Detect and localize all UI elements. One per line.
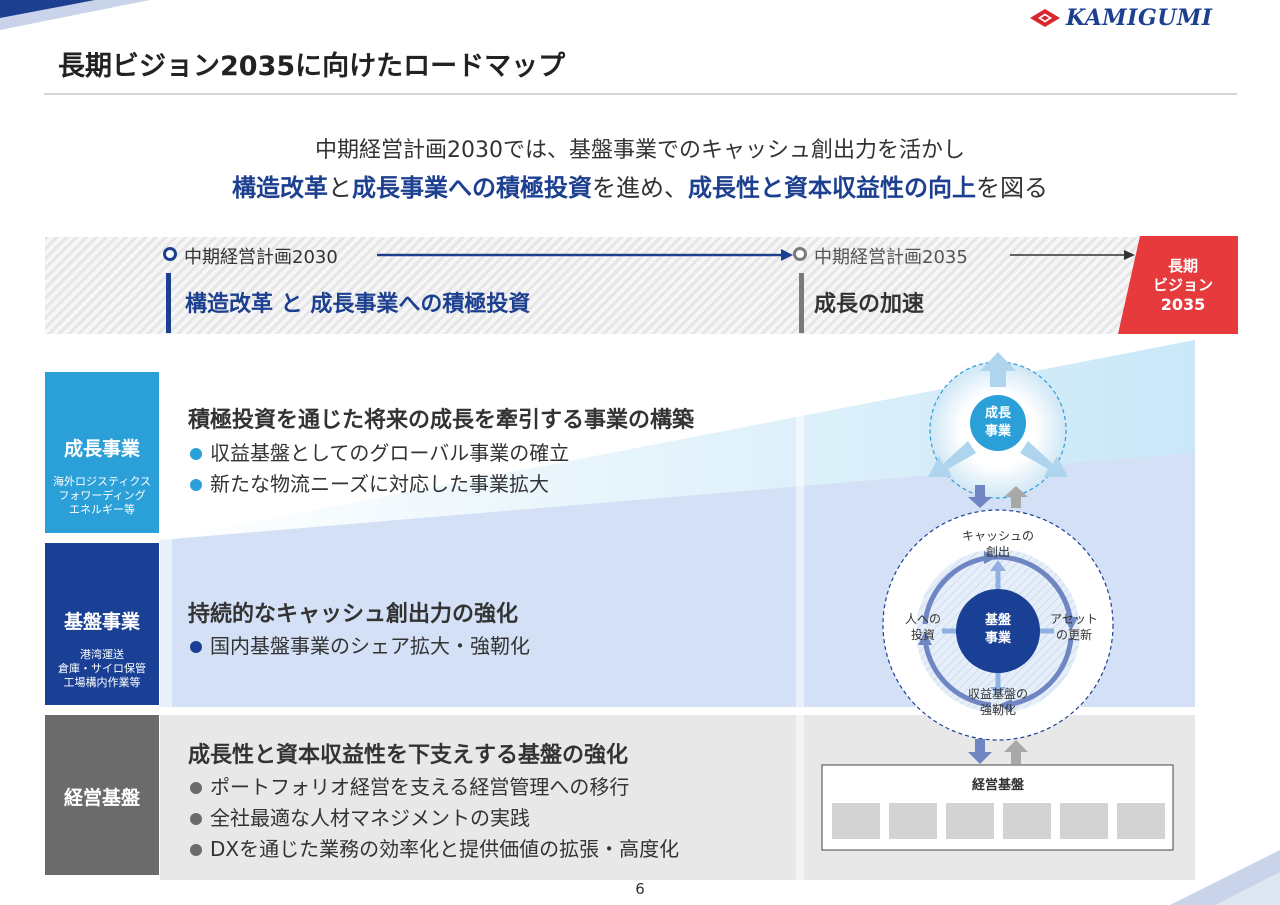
growth-bullets: 収益基盤としてのグローバル事業の確立 新たな物流ニーズに対応した事業拡大 [190, 438, 569, 500]
lead-segment: 成長性と資本収益性の向上 [688, 174, 976, 202]
growth-circle-text: 成長 [985, 405, 1012, 421]
bullet-dot-icon [190, 843, 202, 856]
row-label-sub: 工場構内作業等 [63, 676, 141, 689]
bullet-dot-icon [190, 640, 202, 653]
lead-line-1: 中期経営計画2030では、基盤事業でのキャッシュ創出力を活かし [315, 138, 965, 163]
mgmt-heading: 成長性と資本収益性を下支えする基盤の強化 [188, 743, 629, 768]
base-cycle: 基盤 事業 キャッシュの 創出 人への 投資 アセット の更新 収益基盤の 強靭… [882, 509, 1114, 741]
title-divider [44, 93, 1237, 95]
growth-circle-text: 事業 [985, 423, 1012, 439]
base-bullets: 国内基盤事業のシェア拡大・強靭化 [190, 631, 530, 662]
bullet-text: 全社最適な人材マネジメントの実践 [210, 806, 530, 830]
base-circle-text: 事業 [985, 630, 1012, 646]
logo-mark-icon [1030, 9, 1060, 27]
vision-line: 長期 [1167, 257, 1198, 275]
lead-line-2: 構造改革と成長事業への積極投資を進め、成長性と資本収益性の向上を図る [0, 168, 1280, 203]
phase2-marker-icon [793, 247, 807, 261]
row-label-mgmt-title: 経営基盤 [63, 787, 140, 809]
cash-label: キャッシュの [962, 529, 1034, 543]
row-label-sub: 倉庫・サイロ保管 [58, 662, 146, 675]
bullet-text: ポートフォリオ経営を支える経営管理への移行 [210, 775, 630, 799]
lead-segment: を進め、 [592, 174, 688, 202]
bullet-dot-icon [190, 812, 202, 825]
phase1-marker-icon [163, 247, 177, 261]
list-item: DXを通じた業務の効率化と提供価値の拡張・高度化 [190, 834, 679, 865]
phase1-arrow-icon [377, 249, 793, 261]
page-title: 長期ビジョン2035に向けたロードマップ [58, 51, 566, 82]
page-number: 6 [635, 880, 645, 898]
foundation-box: 経営基盤 [821, 764, 1174, 851]
revenue-label: 強靭化 [980, 703, 1016, 717]
row-label-base-title: 基盤事業 [63, 611, 140, 633]
mgmt-bullets: ポートフォリオ経営を支える経営管理への移行 全社最適な人材マネジメントの実践 D… [190, 772, 679, 865]
corner-decoration-top [0, 0, 150, 30]
cash-label: 創出 [986, 545, 1010, 559]
asset-label: の更新 [1056, 627, 1092, 642]
bullet-dot-icon [190, 447, 202, 460]
list-item: ポートフォリオ経営を支える経営管理への移行 [190, 772, 679, 803]
bullet-text: 国内基盤事業のシェア拡大・強靭化 [210, 634, 530, 658]
lead-segment: を図る [976, 174, 1048, 202]
row-label-base: 基盤事業 港湾運送 倉庫・サイロ保管 工場構内作業等 [45, 543, 159, 705]
vision-line: 2035 [1160, 295, 1206, 314]
phase2-bar [799, 273, 804, 333]
row-label-growth: 成長事業 海外ロジスティクス フォワーディング エネルギー等 [45, 372, 159, 533]
row-label-sub: 海外ロジスティクス [52, 475, 151, 488]
list-item: 新たな物流ニーズに対応した事業拡大 [190, 469, 569, 500]
base-heading: 持続的なキャッシュ創出力の強化 [188, 602, 519, 627]
bullet-text: 新たな物流ニーズに対応した事業拡大 [210, 472, 549, 496]
lead-segment: 構造改革 [232, 174, 328, 202]
people-label: 人への [905, 612, 941, 626]
phase2-label: 中期経営計画2035 [814, 247, 968, 268]
list-item: 収益基盤としてのグローバル事業の確立 [190, 438, 569, 469]
phase1-theme: 構造改革 と 成長事業への積極投資 [185, 292, 531, 317]
bullet-text: DXを通じた業務の効率化と提供価値の拡張・高度化 [210, 837, 680, 861]
company-logo: KAMIGUMI [1030, 5, 1213, 31]
phase1-bar [166, 273, 171, 333]
lead-segment: と [328, 174, 352, 202]
row-label-mgmt: 経営基盤 [45, 715, 159, 875]
revenue-label: 収益基盤の [968, 687, 1028, 701]
bullet-text: 収益基盤としてのグローバル事業の確立 [210, 441, 570, 465]
phase1-label: 中期経営計画2030 [184, 247, 338, 268]
row-label-sub: 港湾運送 [80, 648, 124, 661]
business-cycle-diagram: 成長 事業 基盤 事業 キャッシュの 創出 人への 投資 アセット の更新 収益… [821, 352, 1174, 851]
list-item: 国内基盤事業のシェア拡大・強靭化 [190, 631, 530, 662]
list-item: 全社最適な人材マネジメントの実践 [190, 803, 679, 834]
row-label-growth-title: 成長事業 [63, 438, 140, 460]
vision-2035-text: 長期 ビジョン 2035 [1140, 257, 1226, 314]
logo-wordmark: KAMIGUMI [1066, 5, 1213, 31]
growth-cycle: 成長 事業 [928, 352, 1068, 499]
asset-label: アセット [1050, 612, 1098, 626]
base-circle-text: 基盤 [984, 612, 1012, 628]
bullet-dot-icon [190, 478, 202, 491]
lead-segment: 成長事業への積極投資 [352, 174, 592, 202]
growth-heading: 積極投資を通じた将来の成長を牽引する事業の構築 [188, 408, 695, 433]
exchange-arrows-lower [968, 739, 1028, 764]
phase2-theme: 成長の加速 [814, 292, 925, 317]
bullet-dot-icon [190, 781, 202, 794]
row-label-sub: エネルギー等 [69, 503, 135, 516]
foundation-label: 経営基盤 [972, 777, 1025, 793]
row-label-sub: フォワーディング [58, 489, 146, 502]
people-label: 投資 [911, 627, 935, 642]
vision-line: ビジョン [1152, 276, 1213, 294]
